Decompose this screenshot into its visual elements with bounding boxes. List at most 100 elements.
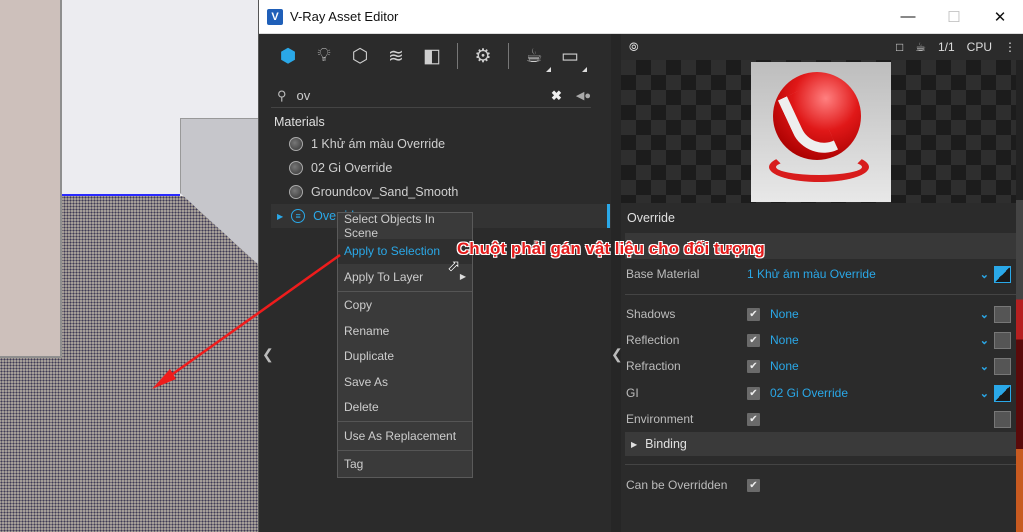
chevron-down-icon[interactable]: ⌄: [980, 360, 989, 373]
menu-item-delete[interactable]: Delete: [338, 395, 472, 421]
texture-slot-icon[interactable]: [994, 357, 1011, 375]
geometry-icon[interactable]: ⬡: [349, 45, 371, 67]
binding-rollout[interactable]: ▶ Binding: [625, 432, 1016, 456]
menu-item-copy[interactable]: Copy: [338, 293, 472, 319]
vray-logo-icon: V: [267, 8, 283, 25]
textures-icon[interactable]: ◧: [421, 45, 443, 67]
mouse-cursor-icon: ⬀: [447, 258, 461, 275]
menu-item-duplicate[interactable]: Duplicate: [338, 344, 472, 370]
search-input[interactable]: [296, 88, 543, 103]
can-be-overridden-checkbox[interactable]: ✔: [747, 478, 760, 492]
pane-splitter[interactable]: ❮: [611, 34, 623, 532]
preview-teapot-icon[interactable]: ☕︎: [915, 40, 926, 54]
material-swatch-icon: [289, 161, 303, 175]
selected-edge: [62, 194, 180, 196]
filter-tag-icon[interactable]: ◀●: [576, 89, 591, 102]
menu-item-save-as[interactable]: Save As: [338, 369, 472, 395]
material-properties-pane: ⦾ □ ☕︎ 1/1 CPU ⋮ Override Base Material …: [621, 34, 1023, 532]
menu-item-use-as-replacement[interactable]: Use As Replacement: [338, 423, 472, 449]
scene-wall[interactable]: [0, 0, 62, 358]
reflection-checkbox[interactable]: ✔: [747, 333, 760, 347]
base-material-row: Base Material 1 Khử ám màu Override ⌄: [621, 263, 1016, 285]
lights-icon[interactable]: 💡︎: [313, 45, 335, 67]
can-be-overridden-label: Can be Overridden: [626, 478, 728, 492]
settings-icon[interactable]: ⚙: [472, 45, 494, 67]
submenu-arrow-icon: ▶: [459, 272, 466, 282]
dropdown-corner-icon: [546, 67, 551, 72]
clear-search-button[interactable]: ✖: [551, 88, 562, 104]
chevron-down-icon[interactable]: ⌄: [980, 308, 989, 321]
texture-slot-icon[interactable]: [994, 305, 1011, 323]
chevron-down-icon[interactable]: ⌄: [980, 268, 989, 281]
toolbar-divider: [508, 43, 509, 69]
expand-arrow-icon: ▶: [631, 439, 638, 449]
resolution-ratio-button[interactable]: 1/1: [938, 40, 955, 54]
texture-slot-icon[interactable]: [994, 410, 1011, 428]
frame-buffer-icon: ▭: [561, 45, 579, 67]
menu-item-label: Apply To Layer: [344, 269, 424, 284]
texture-slot-icon[interactable]: [994, 265, 1011, 283]
material-swatch-icon: [289, 185, 303, 199]
annotation-text: Chuột phải gán vật liệu cho đối tượng: [457, 239, 765, 258]
materials-icon[interactable]: ⬢: [277, 45, 299, 67]
base-material-value[interactable]: 1 Khử ám màu Override: [747, 267, 876, 281]
chevron-down-icon[interactable]: ⌄: [980, 334, 989, 347]
divider: [625, 294, 1016, 295]
background-app-strip: [1016, 200, 1023, 532]
more-options-icon[interactable]: ⋮: [1004, 40, 1016, 54]
maximize-button[interactable]: ☐: [931, 8, 977, 26]
asset-toolbar: ⬢ 💡︎ ⬡ ≋ ◧ ⚙ ☕︎ ▭: [259, 34, 611, 78]
preview-render-image: [751, 62, 891, 202]
chevron-down-icon[interactable]: ⌄: [980, 387, 989, 400]
engine-select[interactable]: CPU: [967, 40, 992, 54]
layers-icon[interactable]: ≋: [385, 45, 407, 67]
refraction-row: Refraction ✔ None ⌄: [621, 355, 1016, 377]
title-bar[interactable]: V V-Ray Asset Editor — ☐ ✕: [259, 0, 1023, 34]
texture-slot-icon[interactable]: [994, 331, 1011, 349]
minimize-button[interactable]: —: [885, 8, 931, 26]
environment-row: Environment ✔: [621, 408, 1016, 430]
material-label: Groundcov_Sand_Smooth: [311, 185, 459, 199]
shadows-checkbox[interactable]: ✔: [747, 307, 760, 321]
texture-slot-icon[interactable]: [994, 384, 1011, 402]
frame-buffer-button[interactable]: ▭: [559, 45, 587, 72]
reflection-value[interactable]: None: [770, 333, 799, 347]
material-item[interactable]: Groundcov_Sand_Smooth: [271, 180, 611, 204]
refraction-value[interactable]: None: [770, 359, 799, 373]
shadows-value[interactable]: None: [770, 307, 799, 321]
environment-checkbox[interactable]: ✔: [747, 412, 760, 426]
menu-item-rename[interactable]: Rename: [338, 318, 472, 344]
scene-wall-edge: [0, 356, 62, 358]
material-preview: [621, 60, 1016, 203]
gi-row: GI ✔ 02 Gi Override ⌄: [621, 382, 1016, 404]
search-bar: ⚲ ✖ ◀●: [271, 84, 591, 108]
shadows-label: Shadows: [626, 307, 676, 321]
refraction-checkbox[interactable]: ✔: [747, 359, 760, 373]
preview-toolbar: ⦾ □ ☕︎ 1/1 CPU ⋮: [621, 34, 1023, 60]
material-item[interactable]: 02 Gi Override: [271, 156, 611, 180]
collapse-left-icon[interactable]: ❮: [262, 346, 274, 363]
menu-separator: [338, 449, 472, 451]
gi-checkbox[interactable]: ✔: [747, 386, 760, 400]
menu-item-tag[interactable]: Tag: [338, 452, 472, 478]
override-material-icon: ≡: [291, 209, 306, 223]
render-teapot-button[interactable]: ☕︎: [523, 45, 551, 72]
selection-indicator: [607, 204, 610, 228]
gi-label: GI: [626, 386, 639, 400]
material-swatch-icon: [289, 137, 303, 151]
material-label: 02 Gi Override: [311, 161, 393, 175]
stop-render-icon[interactable]: □: [896, 40, 903, 54]
menu-separator: [338, 290, 472, 292]
close-button[interactable]: ✕: [977, 8, 1023, 26]
menu-separator: [338, 421, 472, 422]
expand-arrow-icon[interactable]: ▶: [277, 212, 283, 221]
menu-item-select-objects[interactable]: Select Objects In Scene: [338, 212, 472, 240]
material-item[interactable]: 1 Khử ám màu Override: [271, 132, 611, 156]
reflection-label: Reflection: [626, 333, 680, 347]
preview-scene-icon[interactable]: ⦾: [629, 40, 639, 55]
properties-header: Override: [621, 206, 1016, 230]
shadows-row: Shadows ✔ None ⌄: [621, 303, 1016, 325]
environment-label: Environment: [626, 412, 694, 426]
context-menu: Select Objects In Scene Apply to Selecti…: [337, 212, 473, 478]
gi-value[interactable]: 02 Gi Override: [770, 386, 848, 400]
